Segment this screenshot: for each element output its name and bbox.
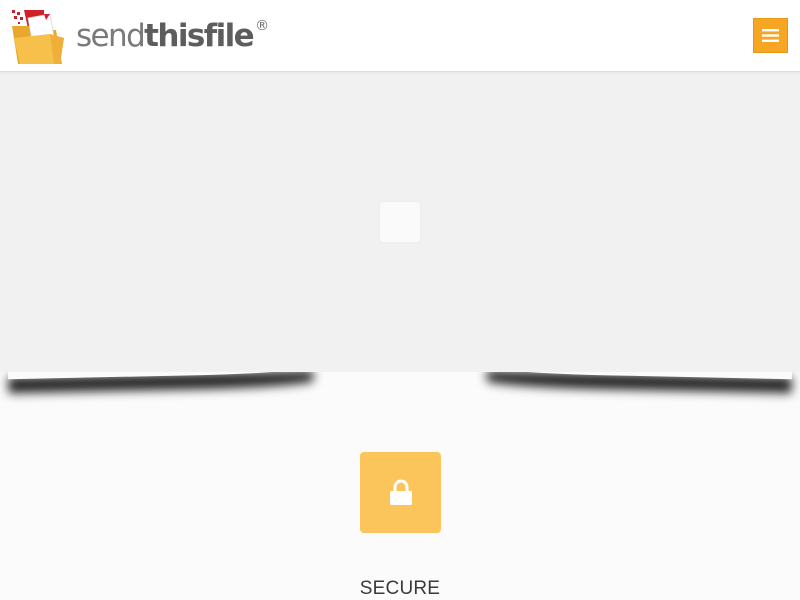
menu-toggle-button[interactable] [753, 18, 788, 53]
site-logo[interactable]: sendthisfile ® [10, 8, 270, 64]
feature-secure-tile [360, 452, 441, 533]
hamburger-menu-icon [762, 29, 779, 42]
logo-text-bold: thisfile [144, 17, 255, 54]
logo-wordmark: sendthisfile ® [76, 17, 270, 54]
lock-icon [389, 479, 412, 505]
registered-mark: ® [255, 17, 270, 34]
feature-secure-title: SECURE [359, 578, 441, 599]
hero-banner [0, 72, 800, 372]
logo-text-light: send [76, 17, 146, 54]
loading-placeholder-icon [380, 202, 420, 242]
site-header: sendthisfile ® [0, 0, 800, 72]
folder-logo-icon [10, 8, 66, 64]
